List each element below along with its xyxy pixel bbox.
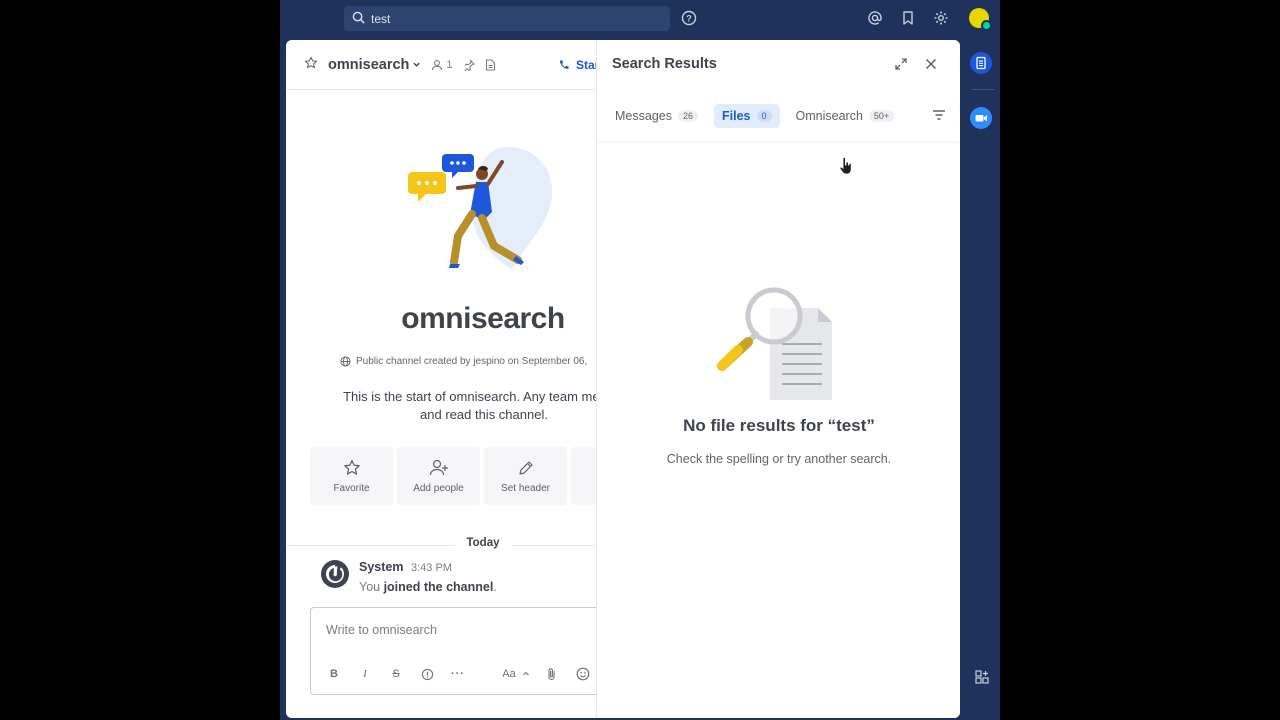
- start-call-label: Star: [576, 58, 596, 72]
- channel-created-text: Public channel created by jespino on Sep…: [356, 356, 588, 367]
- no-results-title: No file results for “test”: [683, 416, 875, 435]
- search-results-panel: Search Results Messages 26 Files 0 Omnis…: [596, 40, 960, 718]
- format-toggle-button[interactable]: Aa: [496, 663, 532, 685]
- italic-icon[interactable]: I: [354, 663, 376, 685]
- post-author[interactable]: System: [359, 560, 403, 574]
- tab-omnisearch-label: Omnisearch: [795, 109, 863, 123]
- no-results-subtitle: Check the spelling or try another search…: [666, 452, 892, 466]
- system-post[interactable]: System 3:43 PM You joined the channel.: [320, 559, 596, 599]
- channel-intro-illustration: [408, 147, 553, 270]
- emoji-icon[interactable]: [572, 663, 594, 685]
- formatting-bar: B I S ··· Aa: [323, 663, 594, 685]
- post-time[interactable]: 3:43 PM: [411, 562, 452, 574]
- member-count: 1: [446, 58, 453, 71]
- tab-messages-label: Messages: [615, 109, 672, 123]
- set-header-button[interactable]: Set header: [484, 447, 567, 505]
- tab-files[interactable]: Files 0: [714, 104, 780, 128]
- chevron-up-icon: [523, 671, 529, 676]
- add-people-label: Add people: [413, 482, 464, 494]
- files-icon[interactable]: [485, 58, 496, 71]
- help-icon[interactable]: ?: [680, 9, 698, 27]
- channel-intro-text: This is the start of omnisearch. Any tea…: [304, 388, 596, 424]
- playbooks-icon[interactable]: [970, 52, 992, 74]
- rail-divider: [972, 89, 994, 90]
- tab-messages-count: 26: [677, 110, 698, 122]
- favorite-star-icon[interactable]: [304, 56, 318, 73]
- star-icon: [343, 459, 360, 475]
- at-mention-icon[interactable]: [866, 9, 884, 27]
- avatar[interactable]: [969, 8, 992, 31]
- set-header-label: Set header: [501, 482, 550, 494]
- channel-name[interactable]: omnisearch: [328, 57, 409, 73]
- format-toggle-label: Aa: [502, 668, 516, 680]
- notification-button[interactable]: No: [571, 447, 596, 505]
- intro-line-1: This is the start of omnisearch. Any tea…: [343, 389, 596, 404]
- date-separator: Today: [466, 537, 500, 549]
- strikethrough-icon[interactable]: S: [385, 663, 407, 685]
- member-count-button[interactable]: 1: [431, 58, 453, 71]
- tab-files-count: 0: [756, 110, 772, 122]
- attachment-icon[interactable]: [541, 663, 563, 685]
- bookmark-icon[interactable]: [899, 9, 917, 27]
- pin-icon[interactable]: [463, 59, 475, 71]
- filter-icon[interactable]: [932, 108, 946, 126]
- bold-icon[interactable]: B: [323, 663, 345, 685]
- phone-icon: [559, 60, 569, 69]
- tab-messages[interactable]: Messages 26: [607, 104, 706, 128]
- system-avatar: [321, 560, 349, 588]
- global-header: test ?: [280, 0, 1000, 36]
- online-status-icon: [981, 20, 992, 31]
- start-call-button[interactable]: Star: [558, 58, 596, 72]
- app-bar: [968, 40, 1000, 720]
- tabs-divider: [597, 142, 960, 143]
- close-icon[interactable]: [924, 57, 938, 76]
- settings-icon[interactable]: [932, 9, 950, 27]
- favorite-label: Favorite: [333, 482, 370, 494]
- hand-cursor-icon: [839, 157, 852, 175]
- post-msg-prefix: You: [359, 580, 384, 594]
- pencil-icon: [518, 460, 533, 475]
- channel-intro-actions: Favorite Add people Set header No: [310, 447, 596, 505]
- emoji-info-icon[interactable]: [416, 663, 438, 685]
- tab-omnisearch[interactable]: Omnisearch 50+: [788, 104, 903, 128]
- tab-files-label: Files: [722, 109, 751, 123]
- more-formatting-icon[interactable]: ···: [447, 663, 469, 685]
- channel-created-info: Public channel created by jespino on Sep…: [340, 356, 587, 367]
- channel-header: omnisearch 1: [286, 40, 596, 90]
- search-tabs: Messages 26 Files 0 Omnisearch 50+: [607, 104, 902, 128]
- main-panel: omnisearch 1 Star: [286, 40, 960, 718]
- channel-intro-title: omnisearch: [401, 302, 565, 335]
- globe-icon: [340, 356, 351, 367]
- message-input[interactable]: Write to omnisearch: [326, 623, 437, 637]
- app-window: test ? omnisearch 1 Sta omnisearch Publi…: [280, 0, 1000, 720]
- intro-line-2: and read this channel.: [420, 407, 548, 422]
- tab-omnisearch-count: 50+: [868, 110, 895, 122]
- user-icon: [432, 59, 443, 70]
- post-msg-bold: joined the channel: [383, 580, 494, 594]
- video-call-icon[interactable]: [970, 107, 992, 129]
- post-message: You joined the channel.: [359, 580, 497, 594]
- post-msg-suffix: .: [493, 580, 497, 594]
- channel-view: omnisearch 1 Star: [286, 40, 596, 718]
- search-box[interactable]: test: [344, 6, 670, 31]
- search-icon: [352, 11, 371, 27]
- message-composer[interactable]: Write to omnisearch B I S ··· Aa: [310, 607, 596, 695]
- search-results-title: Search Results: [612, 56, 717, 72]
- add-user-icon: [429, 459, 448, 475]
- chevron-down-icon[interactable]: [412, 60, 421, 69]
- expand-icon[interactable]: [894, 57, 908, 76]
- favorite-button[interactable]: Favorite: [310, 447, 393, 505]
- add-people-button[interactable]: Add people: [397, 447, 480, 505]
- search-input[interactable]: test: [371, 12, 390, 26]
- marketplace-icon[interactable]: [975, 670, 989, 689]
- svg-text:?: ?: [686, 14, 692, 24]
- no-results-illustration: [717, 287, 832, 400]
